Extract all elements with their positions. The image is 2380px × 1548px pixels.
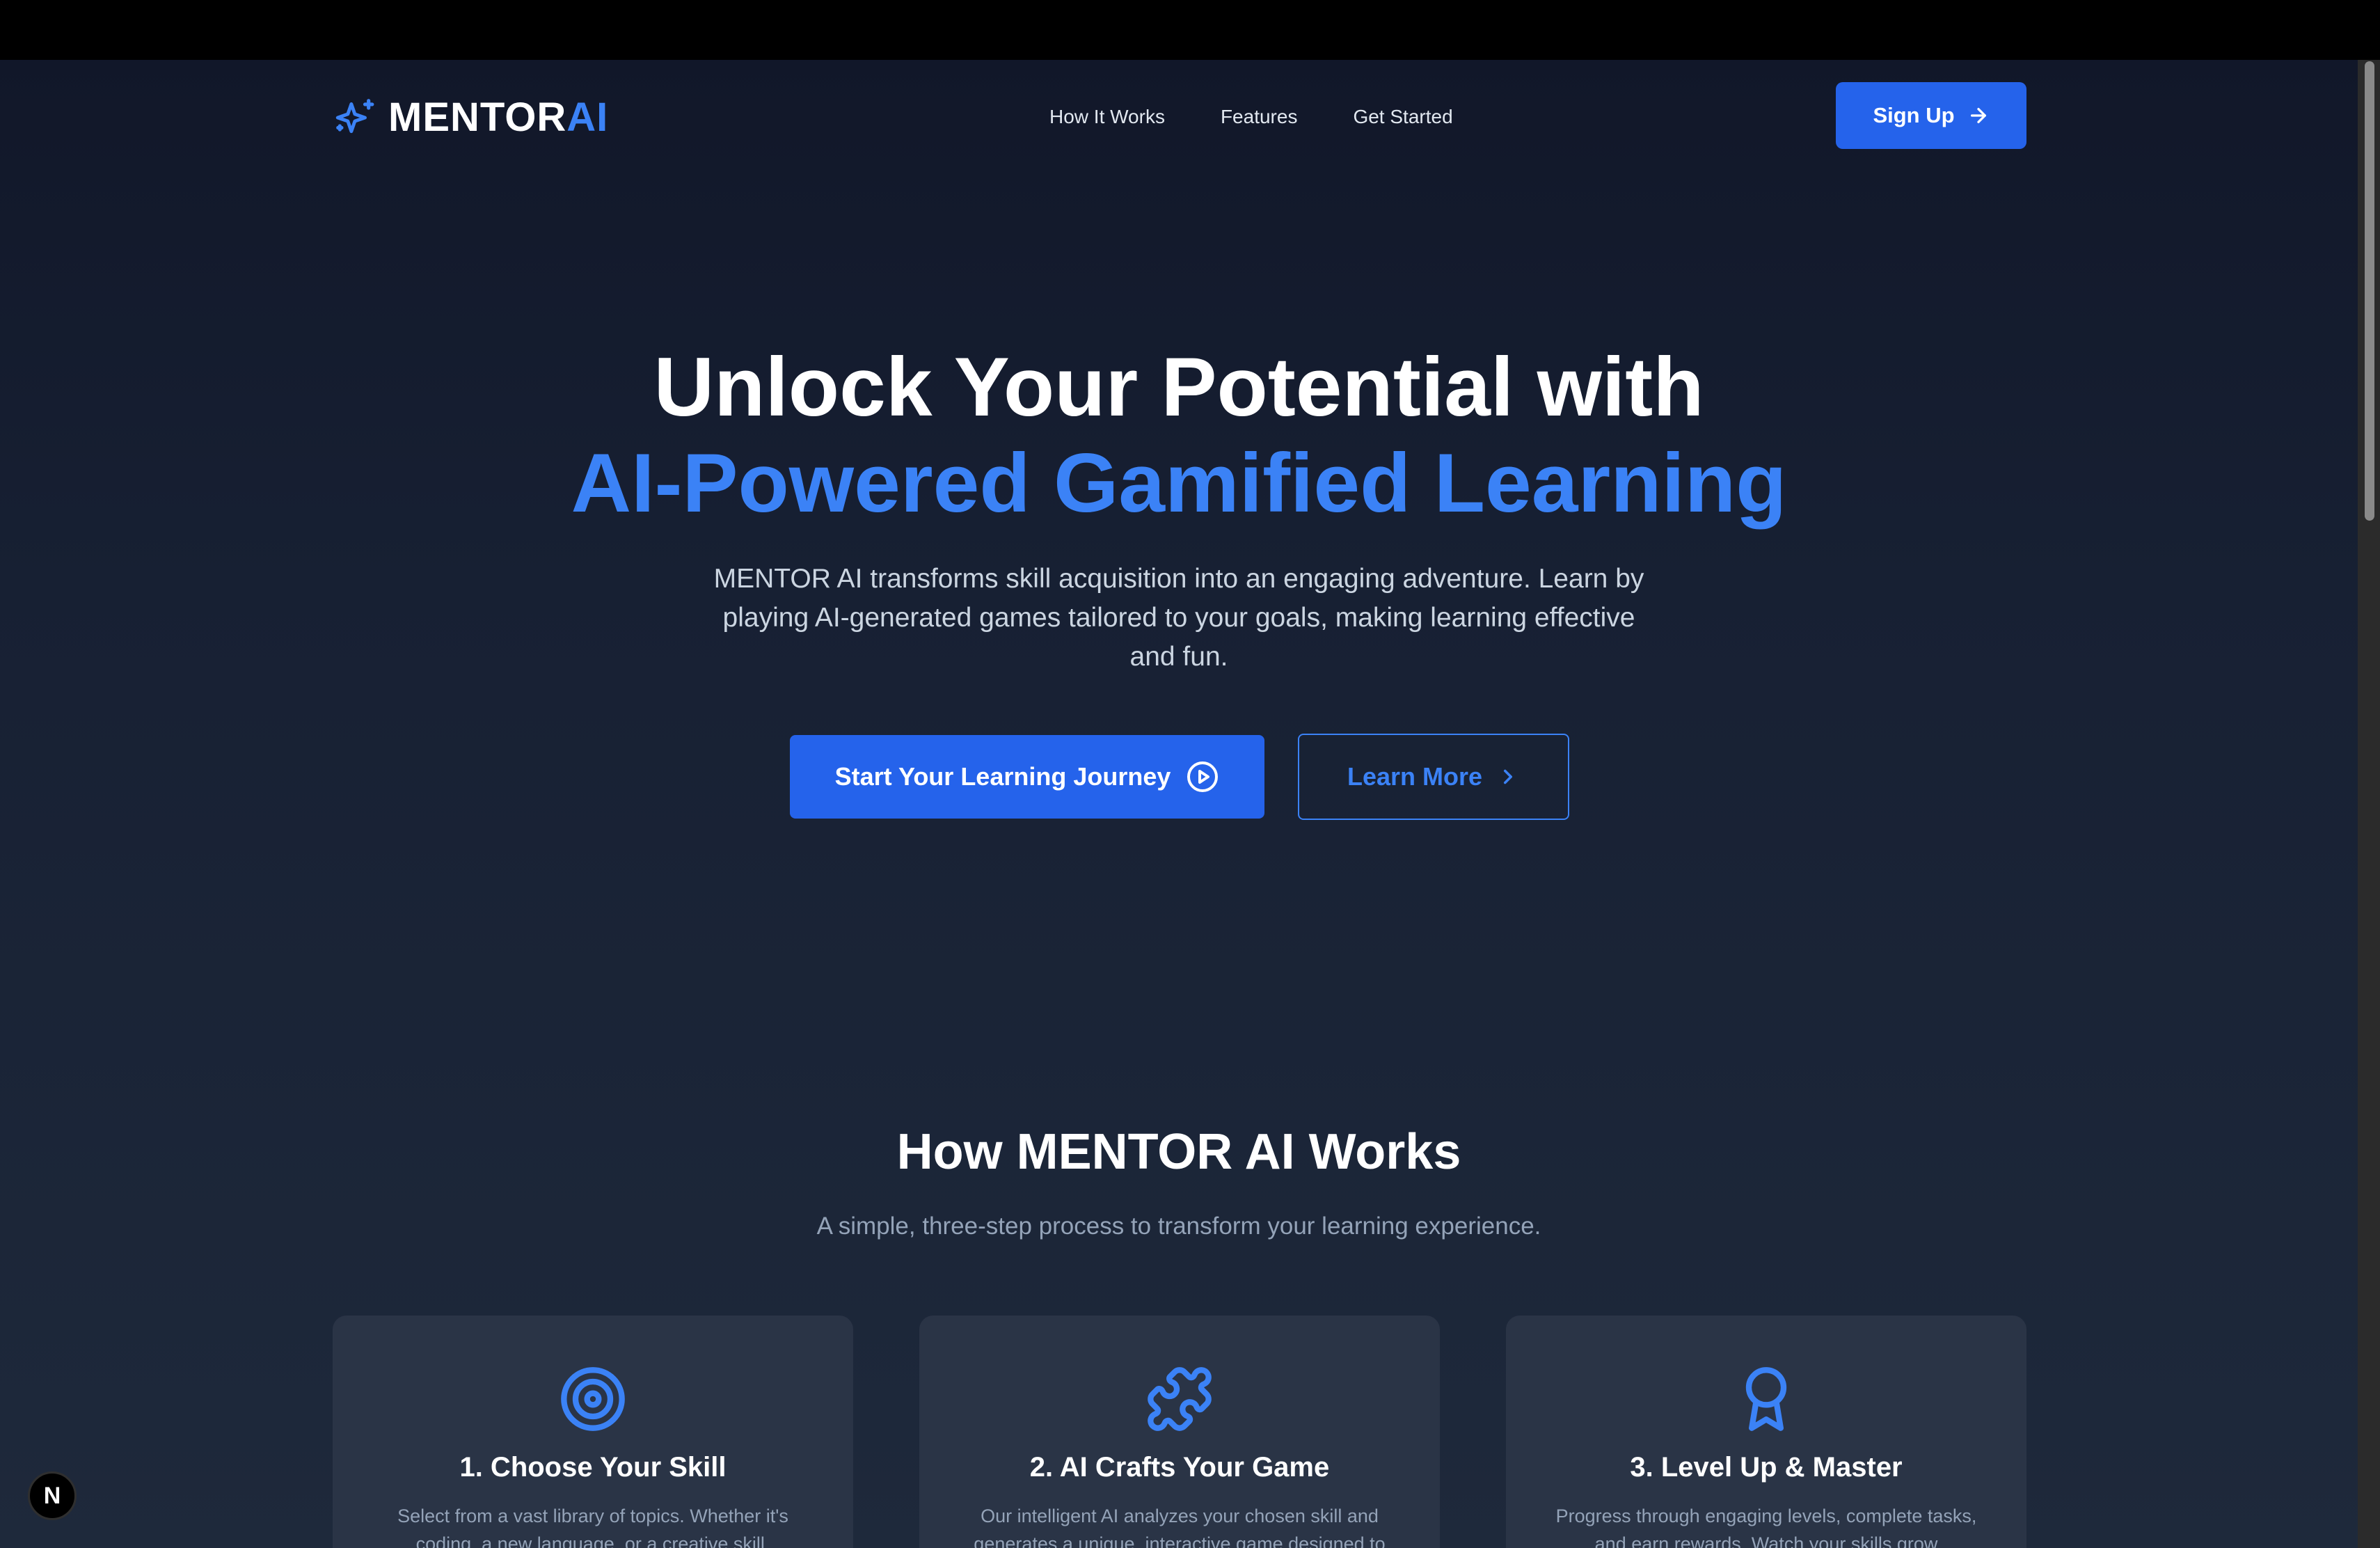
target-icon bbox=[561, 1367, 625, 1431]
play-circle-icon bbox=[1187, 761, 1219, 792]
nav-how-it-works[interactable]: How It Works bbox=[1049, 106, 1165, 128]
start-learning-journey-button[interactable]: Start Your Learning Journey bbox=[790, 735, 1264, 819]
sign-up-label: Sign Up bbox=[1873, 103, 1955, 127]
dev-tools-badge[interactable]: N bbox=[28, 1471, 77, 1520]
puzzle-icon bbox=[1148, 1367, 1212, 1431]
dev-tools-badge-label: N bbox=[43, 1482, 61, 1509]
step-description: Progress through engaging levels, comple… bbox=[1555, 1506, 1977, 1548]
logo-text: MENTORAI bbox=[388, 94, 608, 141]
sparkles-icon bbox=[335, 99, 374, 134]
start-learning-journey-label: Start Your Learning Journey bbox=[834, 762, 1171, 791]
sign-up-button[interactable]: Sign Up bbox=[1836, 82, 2026, 149]
nav-get-started[interactable]: Get Started bbox=[1353, 106, 1452, 128]
step-card-ai-crafts-game: 2. AI Crafts Your Game Our intelligent A… bbox=[919, 1316, 1440, 1548]
step-description: Select from a vast library of topics. Wh… bbox=[397, 1506, 788, 1548]
step-title: 1. Choose Your Skill bbox=[459, 1452, 727, 1483]
hero-title-line2: AI-Powered Gamified Learning bbox=[571, 436, 1787, 530]
scrollbar-thumb[interactable] bbox=[2365, 61, 2374, 521]
logo-text-accent: AI bbox=[566, 94, 609, 140]
hero-title-line1: Unlock Your Potential with bbox=[653, 340, 1704, 434]
logo-text-main: MENTOR bbox=[388, 94, 567, 140]
hero-description: MENTOR AI transforms skill acquisition i… bbox=[713, 564, 1644, 672]
how-it-works-subtitle: A simple, three-step process to transfor… bbox=[816, 1213, 1541, 1240]
award-icon bbox=[1745, 1367, 1787, 1431]
step-card-level-up: 3. Level Up & Master Progress through en… bbox=[1506, 1316, 2026, 1548]
main-nav: How It Works Features Get Started bbox=[1049, 100, 1453, 134]
arrow-right-icon bbox=[1970, 108, 1986, 123]
step-description: Our intelligent AI analyzes your chosen … bbox=[974, 1506, 1386, 1548]
browser-top-bar bbox=[0, 0, 2380, 60]
nav-features[interactable]: Features bbox=[1221, 106, 1298, 128]
learn-more-label: Learn More bbox=[1347, 762, 1483, 791]
logo[interactable]: MENTORAI bbox=[333, 92, 608, 142]
chevron-right-icon bbox=[1503, 769, 1513, 784]
how-it-works-title: How MENTOR AI Works bbox=[896, 1124, 1461, 1180]
step-title: 3. Level Up & Master bbox=[1630, 1452, 1903, 1483]
learn-more-button[interactable]: Learn More bbox=[1298, 734, 1569, 820]
step-title: 2. AI Crafts Your Game bbox=[1029, 1452, 1330, 1483]
landing-page: MENTORAI How It Works Features Get Start… bbox=[0, 60, 2358, 1548]
step-card-choose-skill: 1. Choose Your Skill Select from a vast … bbox=[333, 1316, 853, 1548]
vertical-scrollbar[interactable] bbox=[2358, 60, 2380, 1548]
